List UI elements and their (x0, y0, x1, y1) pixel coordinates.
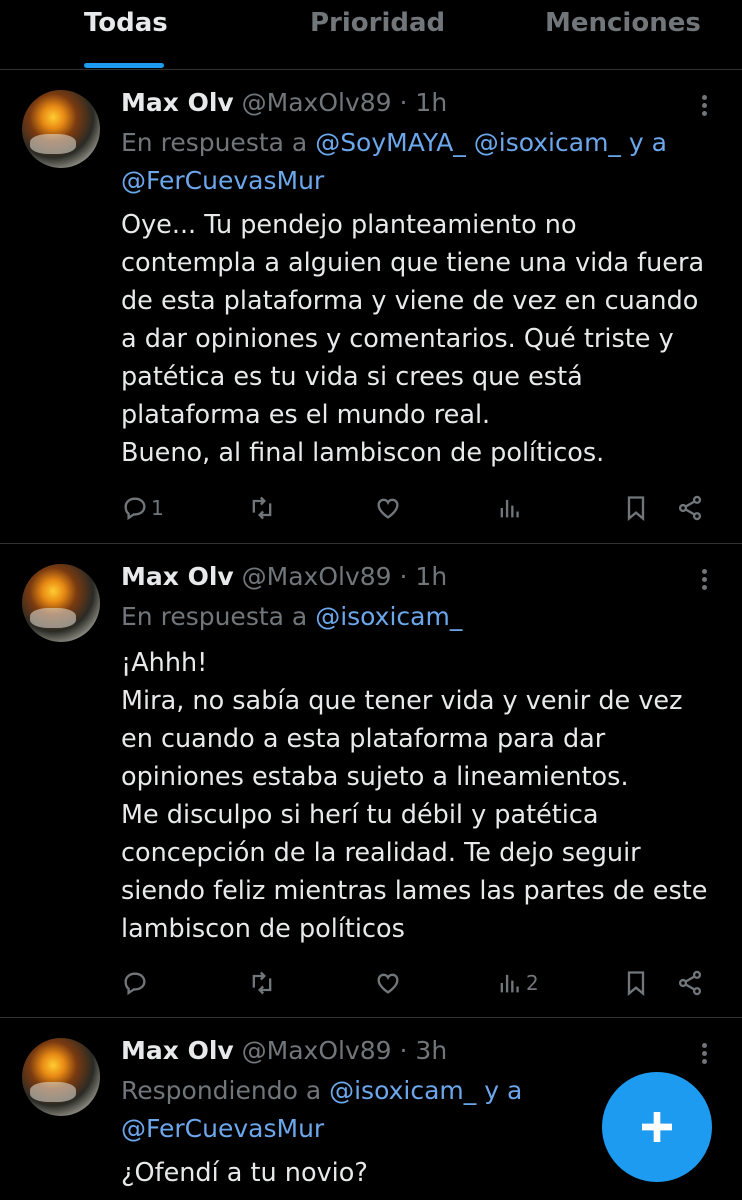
avatar[interactable] (22, 90, 100, 168)
like-button[interactable] (374, 488, 402, 528)
compose-button[interactable] (602, 1072, 712, 1182)
share-icon (678, 495, 702, 521)
author-name[interactable]: Max Olv (121, 88, 234, 117)
author-handle[interactable]: @MaxOlv89 (242, 88, 392, 117)
plus-icon (642, 1112, 672, 1142)
reply-button[interactable] (121, 963, 151, 1003)
reply-icon (124, 497, 146, 521)
tweet-text: ¡Ahhh! Mira, no sabía que tener vida y v… (121, 648, 708, 944)
reply-prefix: En respuesta a (121, 602, 316, 631)
tweet-actions: 1 (0, 488, 742, 528)
reply-join[interactable]: y a (476, 1076, 522, 1105)
bookmark-icon (627, 496, 645, 521)
mention-link[interactable]: @isoxicam_ (474, 128, 621, 157)
heart-icon (377, 973, 399, 994)
tweet[interactable]: Max Olv @MaxOlv89 · 1h En respuesta a @i… (0, 544, 742, 1018)
share-icon (678, 970, 702, 996)
retweet-icon (252, 971, 272, 995)
mention-link[interactable]: @isoxicam_ (329, 1076, 476, 1105)
views-icon (500, 499, 519, 518)
tab-prioridad[interactable]: Prioridad (310, 8, 445, 38)
reply-icon (124, 972, 146, 996)
reply-context: En respuesta a @isoxicam_ (121, 598, 721, 636)
views-count: 2 (526, 971, 539, 995)
author-handle[interactable]: @MaxOlv89 (242, 562, 392, 591)
bookmark-button[interactable] (622, 963, 650, 1003)
more-options-icon[interactable] (695, 566, 713, 596)
tweet-actions: 2 (0, 963, 742, 1003)
share-button[interactable] (676, 488, 704, 528)
tab-menciones[interactable]: Menciones (545, 8, 701, 38)
share-button[interactable] (676, 963, 704, 1003)
tweet-header: Max Olv @MaxOlv89 · 1h (121, 88, 447, 117)
notification-tabs: Todas Prioridad Menciones (0, 0, 742, 70)
active-tab-indicator (84, 63, 164, 68)
tweet-header: Max Olv @MaxOlv89 · 1h (121, 562, 447, 591)
reply-join[interactable]: y a (621, 128, 667, 157)
retweet-button[interactable] (248, 963, 276, 1003)
reply-button[interactable]: 1 (121, 488, 164, 528)
mention-link[interactable]: @FerCuevasMur (121, 1114, 324, 1143)
avatar[interactable] (22, 1038, 100, 1116)
retweet-icon (252, 496, 272, 520)
tweet-time: · 3h (399, 1036, 448, 1065)
mention-link[interactable]: @SoyMAYA_ (315, 128, 466, 157)
tweet-time: · 1h (399, 562, 448, 591)
reply-prefix: Respondiendo a (121, 1076, 330, 1105)
heart-icon (377, 498, 399, 519)
views-button[interactable] (496, 488, 526, 528)
views-icon (500, 974, 519, 993)
more-options-icon[interactable] (695, 92, 713, 122)
mention-link[interactable]: @FerCuevasMur (121, 166, 324, 195)
avatar[interactable] (22, 564, 100, 642)
bookmark-icon (627, 971, 645, 996)
bookmark-button[interactable] (622, 488, 650, 528)
author-name[interactable]: Max Olv (121, 562, 234, 591)
tweet-time: · 1h (399, 88, 448, 117)
reply-context: En respuesta a @SoyMAYA_ @isoxicam_ y a … (121, 124, 721, 200)
retweet-button[interactable] (248, 488, 276, 528)
author-handle[interactable]: @MaxOlv89 (242, 1036, 392, 1065)
tab-todas[interactable]: Todas (84, 8, 168, 38)
views-button[interactable]: 2 (496, 963, 539, 1003)
like-button[interactable] (374, 963, 402, 1003)
tweet[interactable]: Max Olv @MaxOlv89 · 1h En respuesta a @S… (0, 70, 742, 544)
more-options-icon[interactable] (695, 1040, 713, 1070)
mention-link[interactable]: @isoxicam_ (315, 602, 462, 631)
reply-count: 1 (151, 496, 164, 520)
tweet-header: Max Olv @MaxOlv89 · 3h (121, 1036, 447, 1065)
tweet-text: Oye... Tu pendejo planteamiento no conte… (121, 210, 705, 468)
author-name[interactable]: Max Olv (121, 1036, 234, 1065)
reply-prefix: En respuesta a (121, 128, 316, 157)
